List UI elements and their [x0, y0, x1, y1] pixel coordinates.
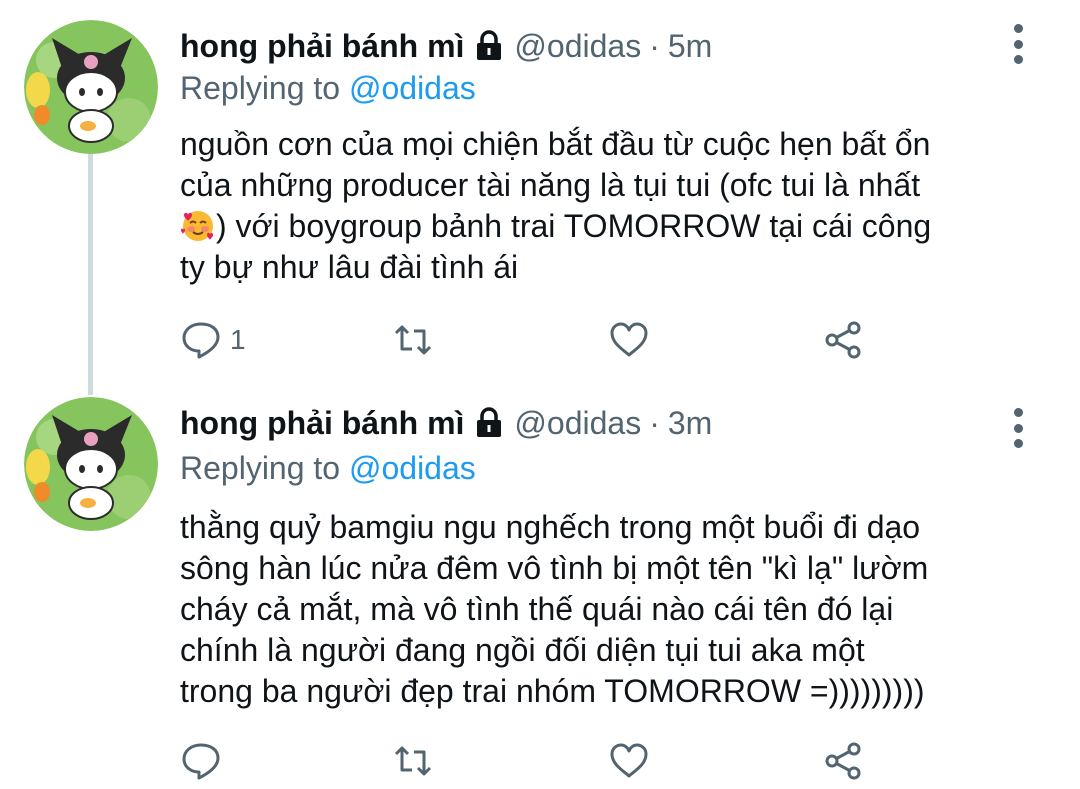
replying-to-handle[interactable]: @odidas	[349, 70, 476, 106]
tweet-header: hong phải bánh mì @odidas · 5m	[180, 26, 712, 66]
separator-dot: ·	[649, 404, 660, 441]
reply-icon	[182, 322, 220, 359]
share-icon	[825, 742, 861, 780]
tweet-header: hong phải bánh mì @odidas · 3m	[180, 403, 712, 443]
more-icon[interactable]	[1012, 24, 1024, 64]
reply-icon	[182, 743, 220, 780]
tweet[interactable]: hong phải bánh mì @odidas · 5m Replying …	[0, 0, 1080, 395]
display-name[interactable]: hong phải bánh mì	[180, 28, 464, 65]
timestamp[interactable]: 5m	[668, 28, 712, 65]
replying-to-label: Replying to	[180, 70, 349, 106]
display-name[interactable]: hong phải bánh mì	[180, 405, 464, 442]
replying-to-line: Replying to @odidas	[180, 450, 476, 487]
share-button[interactable]	[822, 739, 864, 783]
tweet-text-part-1: nguồn cơn của mọi chiện bắt đầu từ cuộc …	[180, 126, 931, 203]
retweet-icon	[394, 325, 432, 355]
timestamp[interactable]: 3m	[668, 405, 712, 442]
tweet-text-part-2: ) với boygroup bảnh trai TOMORROW tại cá…	[180, 208, 932, 285]
retweet-button[interactable]	[392, 318, 434, 362]
reply-button[interactable]	[180, 739, 230, 783]
avatar-image	[24, 397, 158, 531]
smiling-face-with-hearts-icon	[180, 207, 216, 243]
user-handle[interactable]: @odidas	[514, 405, 641, 442]
tweet-text: nguồn cơn của mọi chiện bắt đầu từ cuộc …	[180, 124, 1020, 288]
share-icon	[825, 321, 861, 359]
like-button[interactable]	[608, 739, 650, 783]
avatar[interactable]	[24, 397, 158, 531]
user-handle[interactable]: @odidas	[514, 28, 641, 65]
retweet-icon	[394, 746, 432, 776]
more-icon[interactable]	[1012, 408, 1024, 448]
tweet[interactable]: hong phải bánh mì @odidas · 3m Replying …	[0, 395, 1080, 789]
avatar[interactable]	[24, 20, 158, 154]
lock-icon	[474, 407, 504, 439]
like-icon	[610, 743, 648, 778]
replying-to-line: Replying to @odidas	[180, 70, 476, 107]
reply-button[interactable]: 1	[180, 318, 246, 362]
tweet-text: thằng quỷ bamgiu ngu nghếch trong một bu…	[180, 509, 929, 709]
replying-to-handle[interactable]: @odidas	[349, 450, 476, 486]
like-icon	[610, 322, 648, 357]
avatar-image	[24, 20, 158, 154]
retweet-button[interactable]	[392, 739, 434, 783]
lock-icon	[474, 30, 504, 62]
separator-dot: ·	[649, 27, 660, 64]
reply-count: 1	[230, 324, 246, 355]
share-button[interactable]	[822, 318, 864, 362]
replying-to-label: Replying to	[180, 450, 349, 486]
like-button[interactable]	[608, 318, 650, 362]
